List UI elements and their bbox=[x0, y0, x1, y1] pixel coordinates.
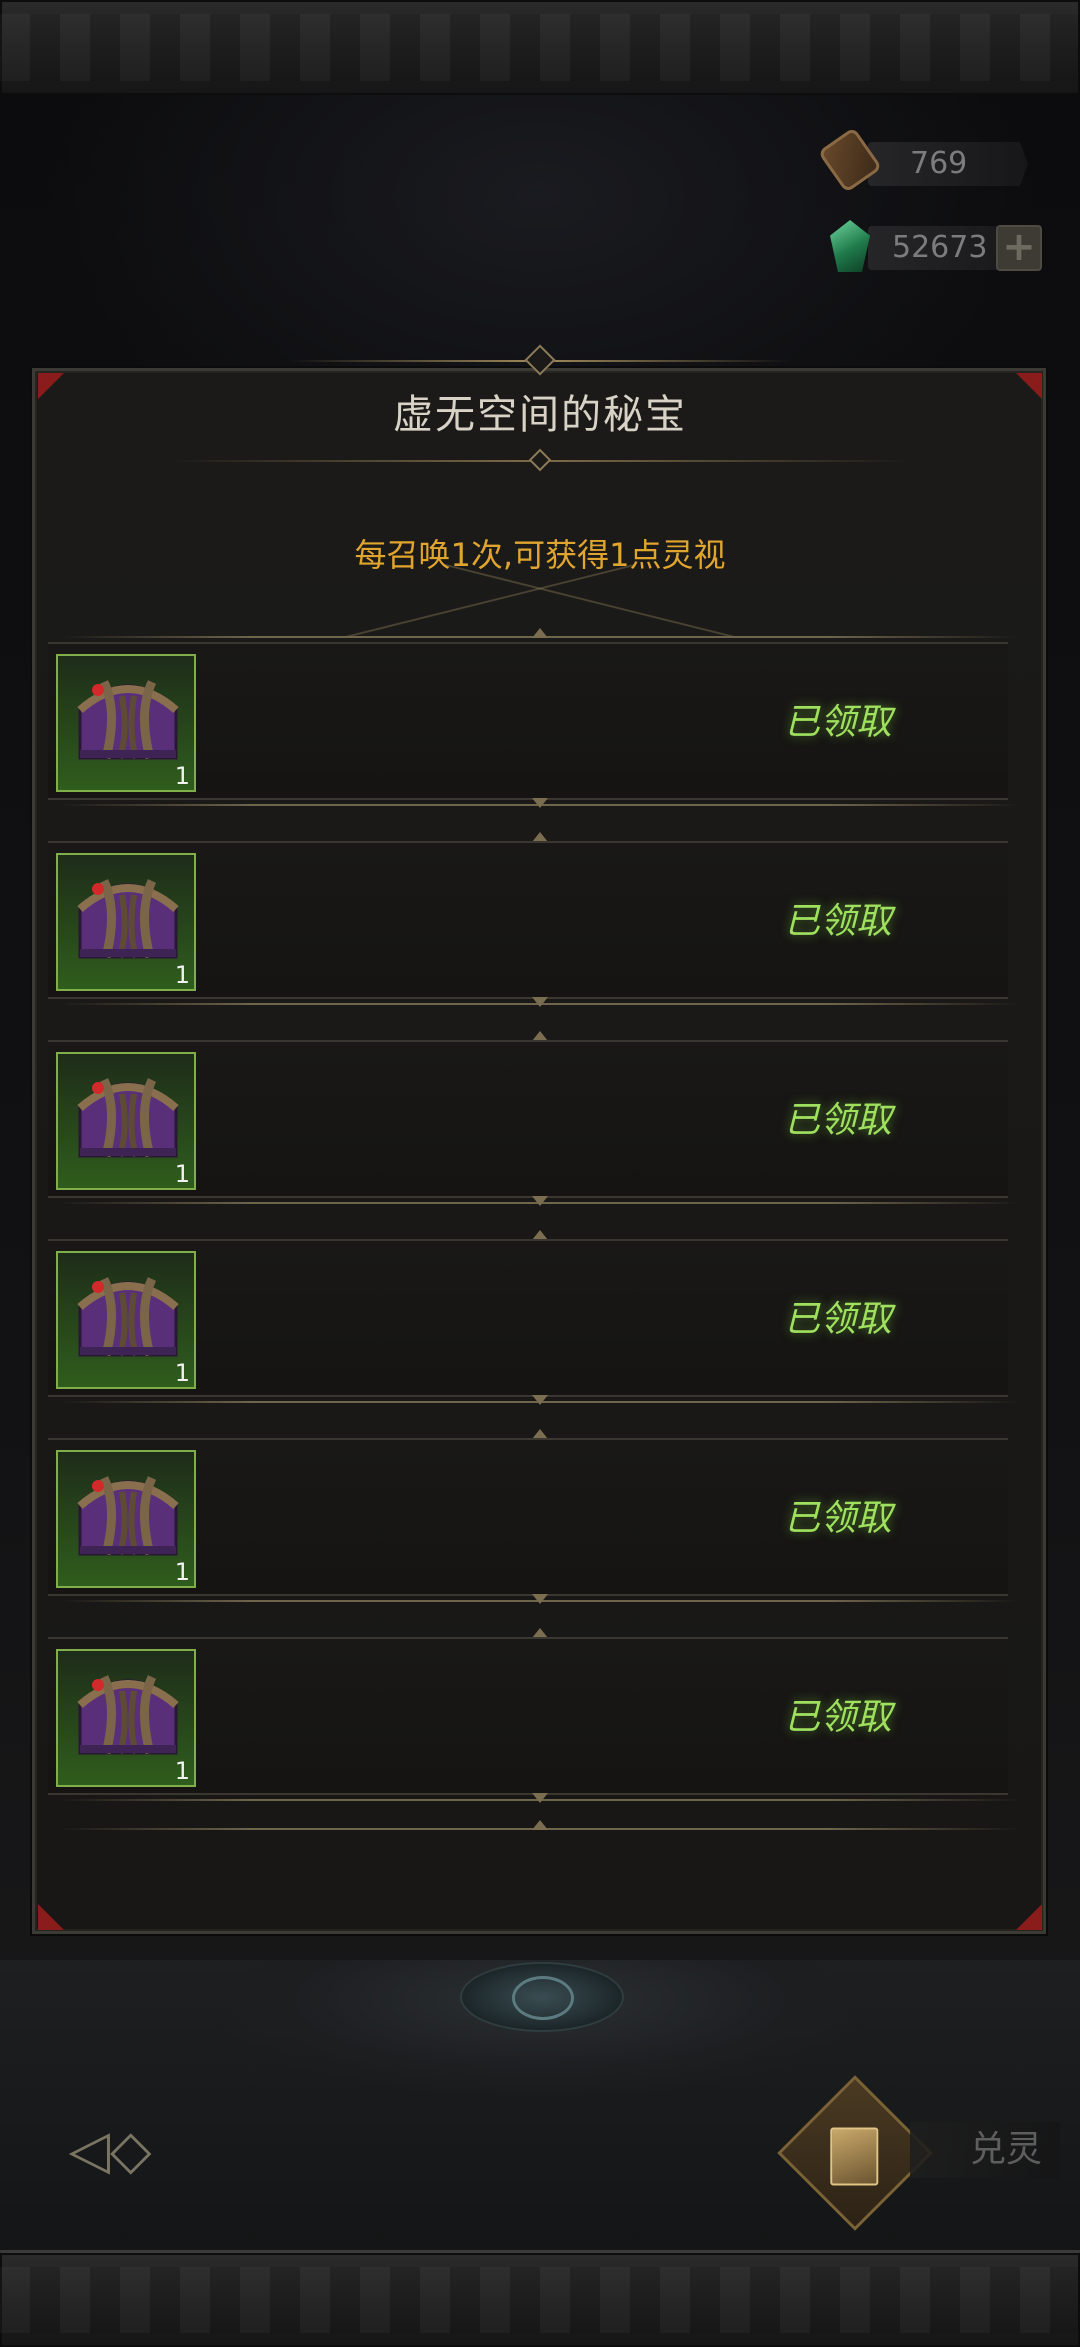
card-icon bbox=[830, 2127, 879, 2186]
reward-row: 1 已领取 bbox=[48, 841, 1008, 999]
claimed-status: 已领取 bbox=[783, 1498, 892, 1539]
claimed-status: 已领取 bbox=[783, 1100, 892, 1141]
bottom-ornament-bar bbox=[0, 2250, 1080, 2347]
purple-treasure-chest-icon bbox=[77, 680, 179, 760]
item-quantity: 1 bbox=[174, 1160, 190, 1188]
claimed-status: 已领取 bbox=[783, 1697, 892, 1738]
purple-treasure-chest-icon bbox=[77, 1277, 179, 1357]
reward-item-slot[interactable]: 1 bbox=[56, 1450, 196, 1588]
item-quantity: 1 bbox=[174, 1757, 190, 1785]
reward-row: 1 已领取 bbox=[48, 1438, 1008, 1596]
reward-item-slot[interactable]: 1 bbox=[56, 654, 196, 792]
reward-row: 1 已领取 bbox=[48, 1239, 1008, 1397]
panel-title: 虚无空间的秘宝 bbox=[393, 392, 687, 438]
back-button[interactable]: ◁◇ bbox=[60, 2120, 160, 2180]
reward-item-slot[interactable]: 1 bbox=[56, 1052, 196, 1190]
item-quantity: 1 bbox=[174, 762, 190, 790]
gem-count: 52673 bbox=[892, 230, 988, 265]
panel-subtitle: 每召唤1次,可获得1点灵视 bbox=[354, 536, 726, 574]
reward-row: 1 已领取 bbox=[48, 1040, 1008, 1198]
purple-treasure-chest-icon bbox=[77, 1476, 179, 1556]
reward-item-slot[interactable]: 1 bbox=[56, 1251, 196, 1389]
reward-row: 1 已领取 bbox=[48, 1637, 1008, 1795]
claimed-status: 已领取 bbox=[783, 1299, 892, 1340]
purple-treasure-chest-icon bbox=[77, 879, 179, 959]
reward-row: 1 已领取 bbox=[48, 642, 1008, 800]
top-ornament-bar bbox=[0, 0, 1080, 98]
item-quantity: 1 bbox=[174, 961, 190, 989]
purple-treasure-chest-icon bbox=[77, 1675, 179, 1755]
reward-item-slot[interactable]: 1 bbox=[56, 853, 196, 991]
exchange-spirit-button[interactable]: 兑灵 bbox=[910, 2122, 1060, 2178]
reward-item-slot[interactable]: 1 bbox=[56, 1649, 196, 1787]
claimed-status: 已领取 bbox=[783, 901, 892, 942]
item-quantity: 1 bbox=[174, 1359, 190, 1387]
altar-emblem-icon bbox=[460, 1962, 624, 2032]
claimed-status: 已领取 bbox=[783, 702, 892, 743]
item-quantity: 1 bbox=[174, 1558, 190, 1586]
add-gems-button[interactable]: + bbox=[996, 225, 1042, 271]
scroll-count: 769 bbox=[910, 146, 968, 181]
purple-treasure-chest-icon bbox=[77, 1078, 179, 1158]
